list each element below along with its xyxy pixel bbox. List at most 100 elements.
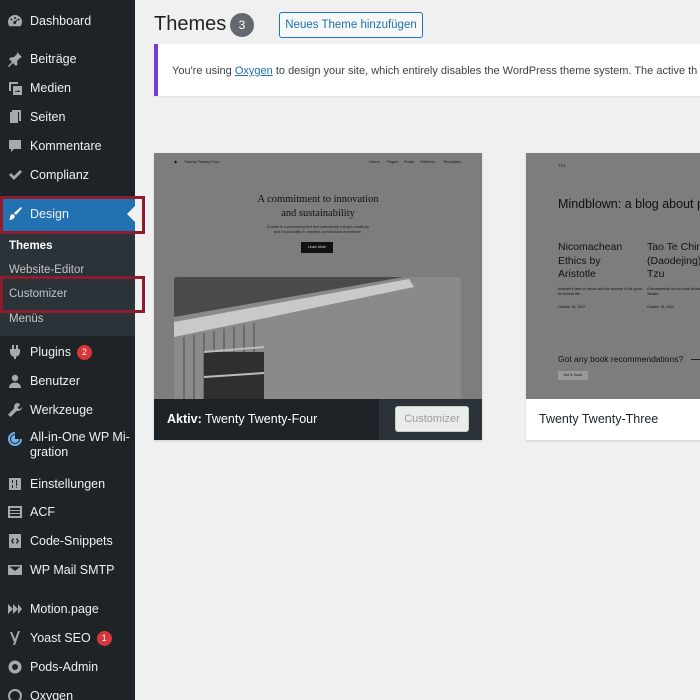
- preview-nav-item: Posts: [404, 159, 415, 164]
- current-menu-arrow: [127, 206, 135, 222]
- sidebar-item-oxygen[interactable]: Oxygen: [0, 685, 135, 700]
- settings-icon: [0, 476, 30, 492]
- comments-icon: [0, 138, 30, 154]
- sidebar-item-label: Seiten: [30, 110, 66, 124]
- sidebar-item-label: Medien: [30, 81, 71, 95]
- preview-nav-item: Home: [369, 159, 380, 164]
- preview-cta-text: Got any book recommendations?: [558, 354, 684, 364]
- sidebar-item-label: WP Mail SMTP: [30, 563, 115, 577]
- preview-site-title: Twenty Twenty Four: [184, 159, 220, 164]
- preview-post-excerpt: A fundamental text for both philosophica…: [647, 287, 700, 296]
- brush-icon: [0, 206, 30, 222]
- sidebar-item-pods-admin[interactable]: Pods-Admin: [0, 656, 135, 678]
- preview-nav-item: Templates: [443, 159, 462, 164]
- sidebar-item-yoast-seo[interactable]: Yoast SEO 1: [0, 627, 135, 649]
- acf-icon: [0, 504, 30, 520]
- preview-heading: Mindblown: a blog about p: [558, 197, 700, 211]
- theme-actions: Customizer: [379, 399, 482, 440]
- sidebar-item-seiten[interactable]: Seiten: [0, 106, 135, 128]
- sidebar-item-all-in-one-migration[interactable]: All-in-One WP Mi-gration: [0, 430, 135, 462]
- main-content: Themes 3 Neues Theme hinzufügen You're u…: [135, 0, 700, 700]
- preview-cta-button: Get In Touch: [558, 371, 588, 380]
- sidebar-item-label: Motion.page: [30, 602, 99, 616]
- wrench-icon: [0, 402, 30, 418]
- theme-name-bar: Twenty Twenty-Three: [526, 399, 700, 440]
- preview-button: Learn More: [301, 242, 333, 253]
- preview-subtext: Études is a pioneering firm that seamles…: [267, 225, 369, 234]
- sidebar-item-label: Pods-Admin: [30, 660, 99, 674]
- sidebar-item-label: Yoast SEO: [30, 631, 91, 645]
- submenu-item-themes[interactable]: Themes: [9, 240, 52, 252]
- code-icon: [0, 533, 30, 549]
- sidebar-item-label: Werkzeuge: [30, 403, 93, 417]
- sidebar-item-label: Complianz: [30, 168, 90, 182]
- admin-sidebar: Dashboard Beiträge Medien Seiten Komment…: [0, 0, 135, 700]
- oxygen-link[interactable]: Oxygen: [235, 65, 273, 77]
- sidebar-item-label: Kommentare: [30, 139, 102, 153]
- theme-screenshot[interactable]: TT3 Mindblown: a blog about p Nicomachea…: [526, 153, 700, 399]
- preview-nav-item: Pages: [387, 159, 399, 164]
- sidebar-item-motion-page[interactable]: Motion.page: [0, 598, 135, 620]
- oxygen-notice: You're using Oxygen to design your site,…: [154, 44, 700, 96]
- sidebar-item-label: Einstellungen: [30, 477, 106, 491]
- sidebar-item-kommentare[interactable]: Kommentare: [0, 135, 135, 157]
- active-theme-name: Aktiv: Twenty Twenty-Four: [167, 412, 318, 426]
- add-new-theme-button[interactable]: Neues Theme hinzufügen: [279, 12, 423, 38]
- migration-icon: [0, 430, 30, 447]
- theme-count-badge: 3: [230, 13, 254, 37]
- check-icon: [0, 167, 30, 183]
- pages-icon: [0, 109, 30, 125]
- preview-post-title: Tao Te Chin (Daodejing) Lao Tzu: [647, 241, 700, 280]
- submenu-item-customizer[interactable]: Customizer: [9, 288, 67, 300]
- notice-text: You're using Oxygen to design your site,…: [172, 65, 698, 77]
- sidebar-item-design[interactable]: Design: [0, 197, 135, 231]
- preview-post-title: Nicomachean Ethics by Aristotle: [558, 241, 623, 280]
- preview-post-excerpt: Aristotle's take on ethics and the scien…: [558, 287, 642, 296]
- pin-icon: [0, 51, 30, 67]
- sidebar-item-label: Oxygen: [30, 689, 74, 700]
- pods-icon: [0, 659, 30, 675]
- preview-post-date: October 18, 2022: [558, 305, 586, 309]
- sidebar-item-label: Code-Snippets: [30, 534, 113, 548]
- theme-screenshot[interactable]: ◆ Twenty Twenty Four Home Pages Posts Pa…: [154, 153, 482, 399]
- sidebar-item-medien[interactable]: Medien: [0, 77, 135, 99]
- customize-button[interactable]: Customizer: [395, 406, 469, 432]
- submenu-item-menus[interactable]: Menüs: [9, 313, 44, 325]
- preview-heading: A commitment to innovation and sustainab…: [257, 194, 379, 219]
- sidebar-item-beitraege[interactable]: Beiträge: [0, 48, 135, 70]
- active-theme-bar: Aktiv: Twenty Twenty-Four Customizer: [154, 399, 482, 440]
- sidebar-item-label: Design: [30, 207, 69, 221]
- sidebar-item-code-snippets[interactable]: Code-Snippets: [0, 530, 135, 552]
- sidebar-item-dashboard[interactable]: Dashboard: [0, 10, 135, 32]
- theme-name: Twenty Twenty-Three: [539, 412, 659, 426]
- sidebar-item-benutzer[interactable]: Benutzer: [0, 370, 135, 392]
- sidebar-item-label: Plugins: [30, 345, 71, 359]
- theme-card-twenty-twenty-three[interactable]: TT3 Mindblown: a blog about p Nicomachea…: [526, 153, 700, 440]
- page-title: Themes: [154, 13, 227, 35]
- sidebar-item-acf[interactable]: ACF: [0, 501, 135, 523]
- sidebar-item-plugins[interactable]: Plugins 2: [0, 341, 135, 363]
- preview-site-title: TT3: [558, 163, 566, 168]
- mail-icon: [0, 562, 30, 578]
- sidebar-item-label: Dashboard: [30, 14, 92, 28]
- design-submenu: Themes Website-Editor Customizer Menüs: [0, 232, 135, 336]
- theme-card-twenty-twenty-four[interactable]: ◆ Twenty Twenty Four Home Pages Posts Pa…: [154, 153, 482, 440]
- sidebar-item-label: ACF: [30, 505, 55, 519]
- sidebar-item-label: Beiträge: [30, 52, 77, 66]
- preview-nav-item: Patterns: [420, 159, 435, 164]
- sidebar-item-werkzeuge[interactable]: Werkzeuge: [0, 399, 135, 421]
- media-icon: [0, 80, 30, 96]
- oxygen-icon: [0, 688, 30, 700]
- sidebar-item-einstellungen[interactable]: Einstellungen: [0, 473, 135, 495]
- preview-post-date: October 18, 2022: [647, 305, 675, 309]
- preview-architecture-image: [174, 277, 461, 399]
- sidebar-item-complianz[interactable]: Complianz: [0, 164, 135, 186]
- preview-site-icon: ◆: [174, 159, 178, 164]
- update-count-badge: 1: [96, 630, 112, 646]
- update-count-badge: 2: [77, 344, 92, 360]
- submenu-item-website-editor[interactable]: Website-Editor: [9, 264, 84, 276]
- yoast-icon: [0, 630, 30, 646]
- sidebar-item-wp-mail-smtp[interactable]: WP Mail SMTP: [0, 559, 135, 581]
- sidebar-item-label: All-in-One WP Mi-gration: [30, 430, 130, 459]
- user-icon: [0, 373, 30, 389]
